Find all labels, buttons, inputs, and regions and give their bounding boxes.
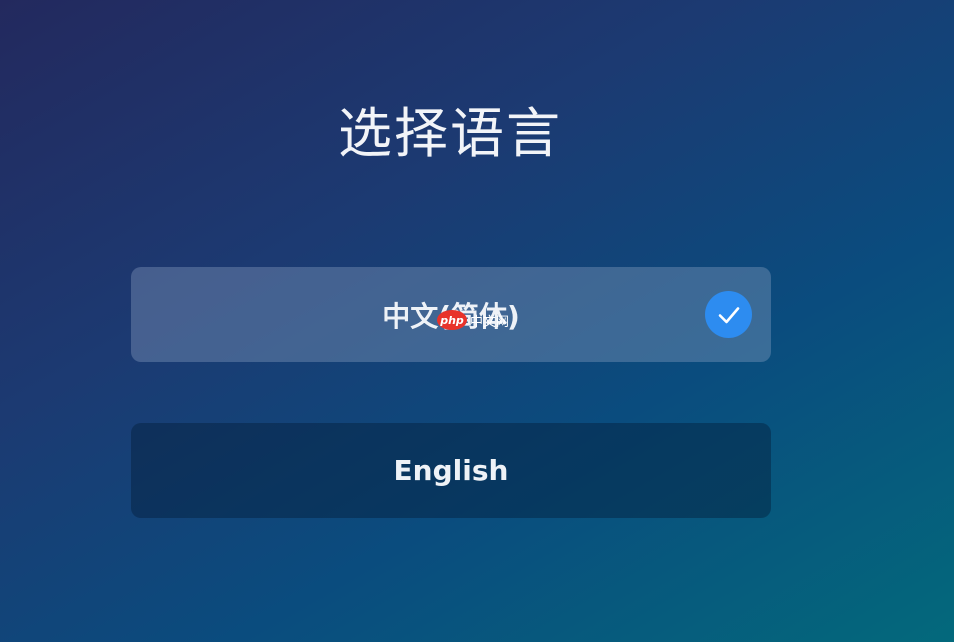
language-option-label: English (393, 454, 509, 487)
check-icon (705, 291, 752, 338)
php-logo-icon: php (437, 310, 467, 330)
language-select-screen: { "page": { "title": "选择语言" }, "language… (0, 0, 954, 642)
language-option-english[interactable]: English (131, 423, 771, 518)
page-title: 选择语言 (338, 102, 562, 165)
site-watermark: php 中文网 (437, 310, 509, 330)
watermark-text: 中文网 (470, 314, 510, 330)
